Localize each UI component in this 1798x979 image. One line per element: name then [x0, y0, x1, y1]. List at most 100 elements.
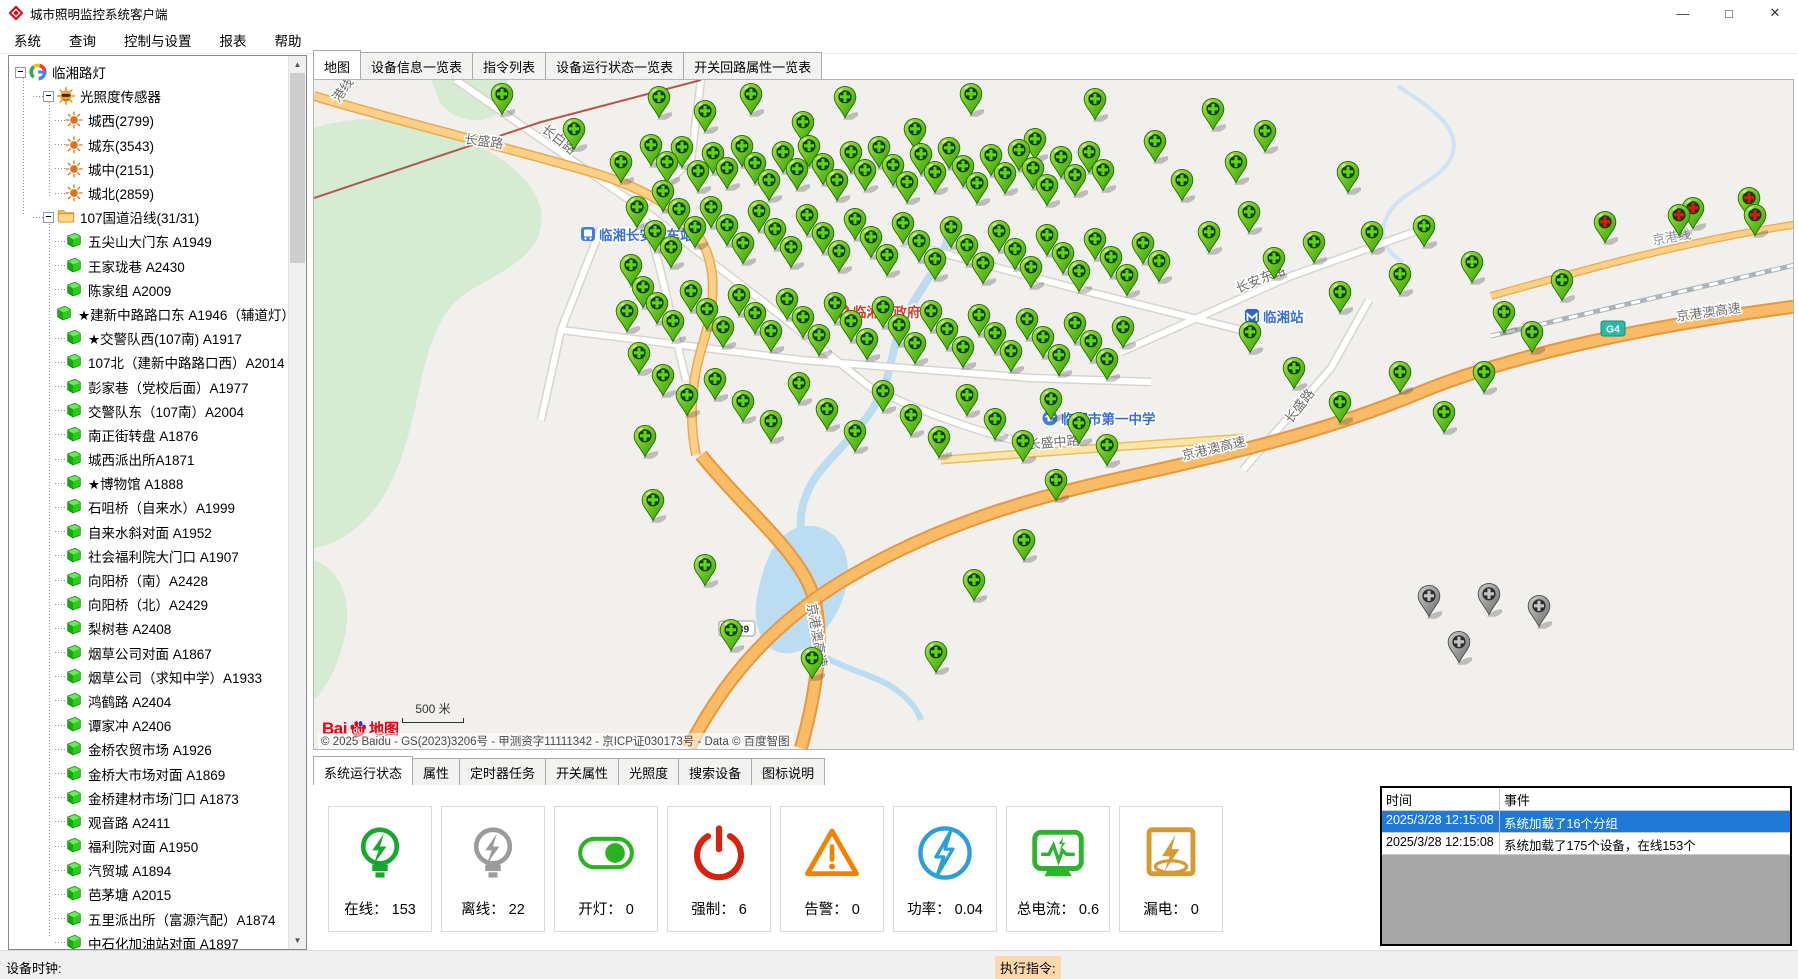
tree-item-device[interactable]: 陈家组 A2009: [9, 278, 287, 302]
tree-item-label: 鸿鹤路 A2404: [88, 691, 171, 711]
scroll-up-arrow[interactable]: ▲: [289, 56, 306, 73]
bottom-tab[interactable]: 光照度: [618, 758, 679, 785]
tree-item-device[interactable]: ★博物馆 A1888: [9, 471, 287, 495]
tree-item-device[interactable]: 金桥建材市场门口 A1873: [9, 786, 287, 810]
menu-item[interactable]: 帮助: [261, 30, 316, 50]
tree-item-device[interactable]: 金桥农贸市场 A1926: [9, 737, 287, 761]
tree-item-device[interactable]: 南正街转盘 A1876: [9, 423, 287, 447]
tree-item-root[interactable]: 临湘路灯: [9, 60, 287, 84]
bottom-tab[interactable]: 搜索设备: [678, 758, 752, 785]
event-row[interactable]: 2025/3/28 12:15:08系统加载了175个设备，在线153个: [1382, 833, 1790, 855]
power-circle-icon: [914, 822, 976, 884]
leakage-icon: [1140, 822, 1202, 884]
bottom-tab[interactable]: 属性: [412, 758, 460, 785]
scroll-thumb[interactable]: [290, 73, 305, 263]
menu-item[interactable]: 控制与设置: [110, 30, 206, 50]
status-card-value: 0: [1187, 902, 1199, 918]
status-card-text: 总电流： 0.6: [1017, 898, 1099, 919]
tree-item-device[interactable]: 谭家冲 A2406: [9, 713, 287, 737]
map-tab[interactable]: 设备信息一览表: [360, 52, 473, 79]
status-card-text: 功率： 0.04: [907, 898, 983, 919]
tree-item-device[interactable]: 城西派出所A1871: [9, 447, 287, 471]
tree-item-device[interactable]: 向阳桥（北）A2429: [9, 592, 287, 616]
tree-item-device[interactable]: 福利院对面 A1950: [9, 834, 287, 858]
map-tab[interactable]: 地图: [313, 50, 361, 79]
tree-item-device[interactable]: 石咀桥（自来水）A1999: [9, 495, 287, 519]
tree-item-device[interactable]: 城西(2799): [9, 108, 287, 132]
toggle-on-icon: [575, 822, 637, 884]
bottom-tab[interactable]: 定时器任务: [459, 758, 546, 785]
menu-item[interactable]: 系统: [0, 30, 55, 50]
flag-icon: [65, 426, 83, 444]
status-card-label: 告警：: [804, 902, 848, 918]
tree-item-label: 金桥大市场对面 A1869: [88, 764, 225, 784]
tree-item-device[interactable]: 107北（建新中路路口西）A2014: [9, 350, 287, 374]
tree-item-device[interactable]: 城中(2151): [9, 157, 287, 181]
map-tab[interactable]: 设备运行状态一览表: [545, 52, 684, 79]
tree-item-label: 彭家巷（党校后面）A1977: [88, 377, 249, 397]
tree-item-device[interactable]: 五尖山大门东 A1949: [9, 229, 287, 253]
tree-item-device[interactable]: ★建新中路路口东 A1946（辅道灯）: [9, 302, 287, 326]
flag-icon: [65, 353, 83, 371]
tree-item-device[interactable]: 汽贸城 A1894: [9, 858, 287, 882]
maximize-button[interactable]: □: [1706, 0, 1752, 26]
event-row[interactable]: 2025/3/28 12:15:08系统加载了16个分组: [1382, 811, 1790, 833]
tree-item-group[interactable]: 光照度传感器: [9, 84, 287, 108]
tree-item-label: 自来水斜对面 A1952: [88, 522, 212, 542]
map-graphic: 港线长白路长盛路京港线京港澳高速长安东路长盛路长盛中路京港澳高速京港澳高速G4X…: [314, 80, 1793, 749]
tree-item-group[interactable]: 107国道沿线(31/31): [9, 205, 287, 229]
tree-item-device[interactable]: 城东(3543): [9, 133, 287, 157]
tree-item-device[interactable]: 向阳桥（南）A2428: [9, 568, 287, 592]
tree-item-device[interactable]: 自来水斜对面 A1952: [9, 520, 287, 544]
sun-face-icon: [57, 87, 75, 105]
scroll-down-arrow[interactable]: ▼: [289, 932, 306, 949]
tree-item-label: 107国道沿线(31/31): [80, 207, 199, 227]
tree-item-device[interactable]: 交警队东（107南）A2004: [9, 399, 287, 423]
tree-item-device[interactable]: 鸿鹤路 A2404: [9, 689, 287, 713]
status-card-warning: 告警： 0: [780, 806, 884, 932]
tree-guide-stub: [55, 918, 65, 919]
flag-icon: [65, 813, 83, 831]
event-text: 系统加载了175个设备，在线153个: [1500, 833, 1790, 854]
tree-item-device[interactable]: 观音路 A2411: [9, 810, 287, 834]
tree-expander-icon[interactable]: [43, 212, 54, 223]
tree-item-device[interactable]: 烟草公司（求知中学）A1933: [9, 665, 287, 689]
tree-item-device[interactable]: 梨树巷 A2408: [9, 616, 287, 640]
tree-item-device[interactable]: 烟草公司对面 A1867: [9, 641, 287, 665]
tree-expander-icon[interactable]: [43, 91, 54, 102]
bottom-tab[interactable]: 图标说明: [751, 758, 825, 785]
tree-guide-stub: [55, 507, 65, 508]
bottom-tab[interactable]: 系统运行状态: [313, 756, 413, 785]
tree-item-device[interactable]: 五里派出所（富源汽配）A1874: [9, 907, 287, 931]
tree-item-label: ★博物馆 A1888: [88, 473, 183, 493]
status-card-label: 离线：: [461, 902, 505, 918]
tree-item-device[interactable]: 芭茅塘 A2015: [9, 882, 287, 906]
tree-item-device[interactable]: 金桥大市场对面 A1869: [9, 761, 287, 785]
map-canvas[interactable]: 港线长白路长盛路京港线京港澳高速长安东路长盛路长盛中路京港澳高速京港澳高速G4X…: [313, 79, 1794, 750]
minimize-button[interactable]: —: [1660, 0, 1706, 26]
bottom-tab[interactable]: 开关属性: [545, 758, 619, 785]
tree-item-device[interactable]: 社会福利院大门口 A1907: [9, 544, 287, 568]
tree-guide-stub: [55, 676, 65, 677]
tree-item-device[interactable]: 城北(2859): [9, 181, 287, 205]
bottom-tab-strip: 系统运行状态属性定时器任务开关属性光照度搜索设备图标说明: [313, 760, 824, 785]
tree-expander-icon[interactable]: [15, 67, 26, 78]
tree-item-device[interactable]: 中石化加油站对面 A1897: [9, 931, 287, 949]
tree-guide-stub: [55, 797, 65, 798]
tree-item-label: ★交警队西(107南) A1917: [88, 328, 242, 348]
tree-item-label: 城东(3543): [88, 135, 154, 155]
menu-item[interactable]: 报表: [206, 30, 261, 50]
warning-icon: [801, 822, 863, 884]
tree-item-device[interactable]: ★交警队西(107南) A1917: [9, 326, 287, 350]
close-button[interactable]: ✕: [1752, 0, 1798, 26]
event-log-table[interactable]: 时间事件2025/3/28 12:15:08系统加载了16个分组2025/3/2…: [1380, 786, 1792, 946]
map-tab[interactable]: 指令列表: [472, 52, 546, 79]
tree-item-device[interactable]: 王家珑巷 A2430: [9, 254, 287, 278]
tree-item-device[interactable]: 彭家巷（党校后面）A1977: [9, 374, 287, 398]
tree-scrollbar[interactable]: ▲ ▼: [288, 56, 306, 949]
tree-item-label: 城西派出所A1871: [88, 449, 195, 469]
map-scale: 500 米: [402, 700, 464, 723]
map-tab[interactable]: 开关回路属性一览表: [683, 52, 822, 79]
status-card-label: 在线：: [344, 902, 388, 918]
menu-item[interactable]: 查询: [55, 30, 110, 50]
